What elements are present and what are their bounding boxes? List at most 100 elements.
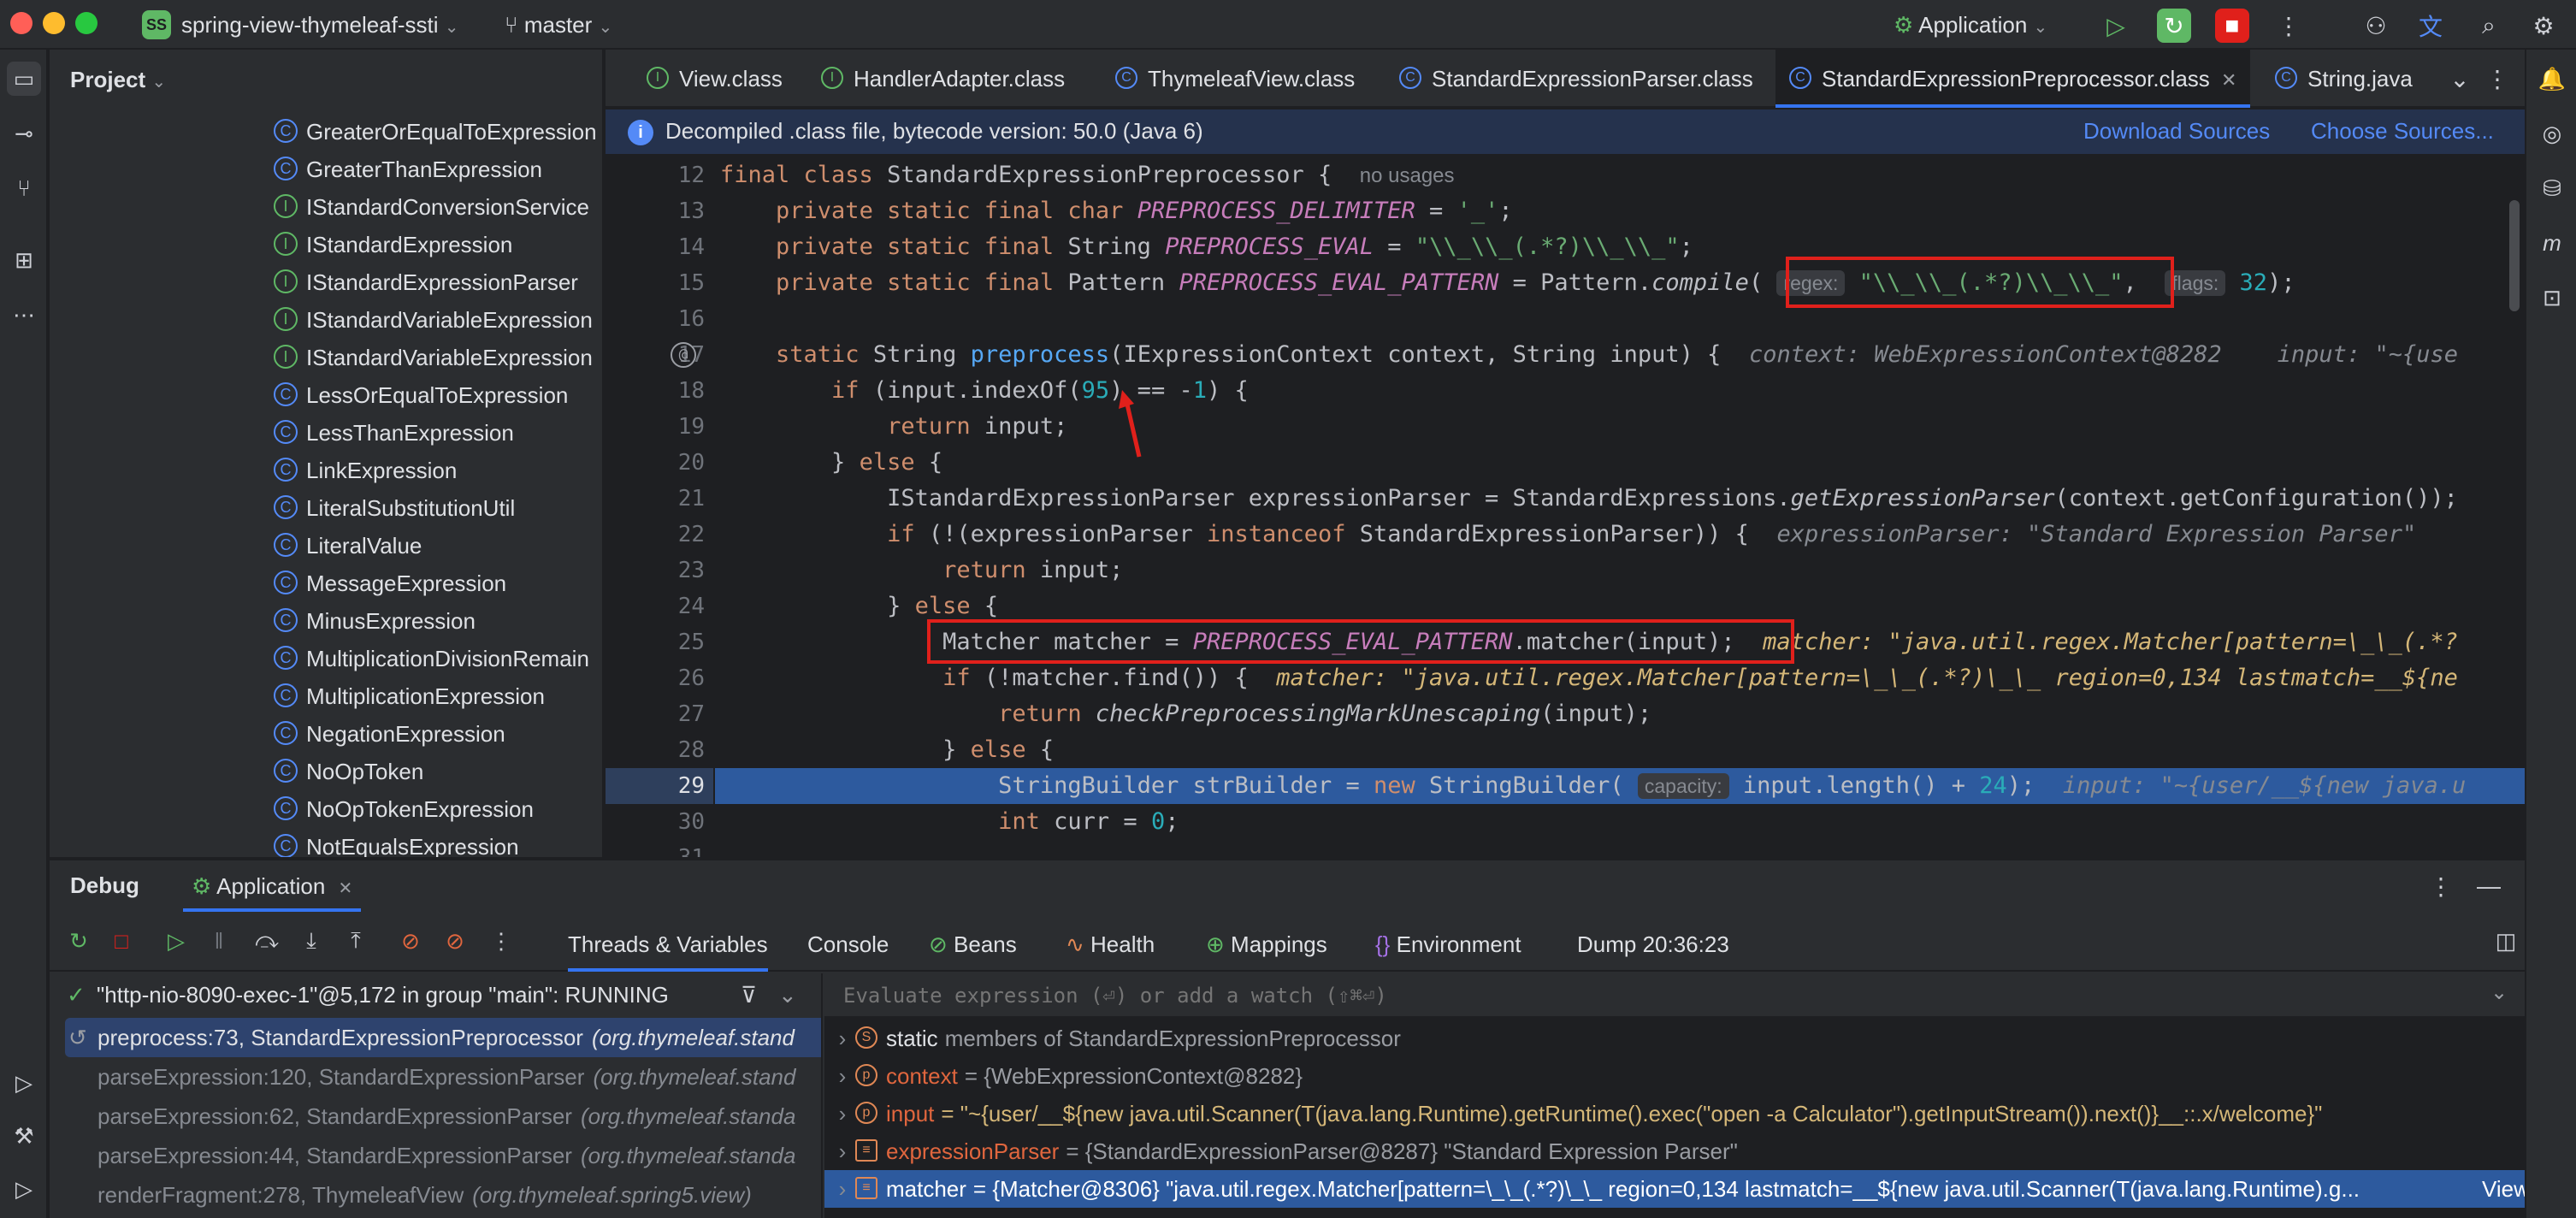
line-number[interactable]: 24 bbox=[606, 588, 705, 624]
stack-frame[interactable]: ↺ preprocess:73, StandardExpressionPrepro… bbox=[65, 1018, 821, 1057]
pull-requests-icon[interactable]: ⑂ bbox=[7, 171, 41, 205]
branch-switcher[interactable]: ⑂ master ⌄ bbox=[505, 10, 612, 39]
close-icon[interactable]: ✕ bbox=[339, 879, 353, 898]
override-marker-icon[interactable]: @ bbox=[671, 342, 696, 368]
settings-icon[interactable]: ⚙ bbox=[2526, 9, 2561, 43]
line-number[interactable]: 22 bbox=[606, 517, 705, 553]
tab-environment[interactable]: {} Environment bbox=[1375, 927, 1521, 961]
gradle-icon[interactable]: ⊡ bbox=[2535, 281, 2569, 315]
run-config-selector[interactable]: ⚙ Application ⌄ bbox=[1894, 10, 2047, 39]
close-icon[interactable]: ✕ bbox=[2221, 69, 2236, 91]
tree-item[interactable]: I IStandardVariableExpression bbox=[274, 301, 593, 339]
ai-assistant-icon[interactable]: ◎ bbox=[2535, 116, 2569, 151]
notifications-icon[interactable]: 🔔 bbox=[2535, 62, 2569, 96]
editor-scrollbar[interactable] bbox=[2509, 200, 2520, 311]
variable-row[interactable]: › ≡ matcher = {Matcher@8306} "java.util.reg… bbox=[824, 1170, 2525, 1208]
line-number[interactable]: 30 bbox=[606, 804, 705, 840]
tab-beans[interactable]: ⊘ Beans bbox=[929, 927, 1017, 961]
tab-thymeleafview-class[interactable]: C ThymeleafView.class bbox=[1102, 50, 1368, 108]
line-number[interactable]: 21 bbox=[606, 481, 705, 517]
stack-frame[interactable]: parseExpression:62, StandardExpressionPa… bbox=[50, 1097, 821, 1136]
project-folder-icon[interactable]: ▭ bbox=[7, 62, 41, 96]
variable-row[interactable]: › p input = "~{user/__${new java.util.Scann… bbox=[824, 1095, 2525, 1132]
variable-row[interactable]: › Sstatic members of StandardExpressionPre… bbox=[824, 1020, 2525, 1057]
resume-program-icon[interactable]: ▷ bbox=[159, 924, 193, 958]
line-number[interactable]: 18 bbox=[606, 373, 705, 409]
chevron-down-icon[interactable]: ⌄ bbox=[778, 973, 797, 1016]
line-number[interactable]: 14 bbox=[606, 229, 705, 265]
stack-frame[interactable]: parseExpression:120, StandardExpressionP… bbox=[50, 1057, 821, 1097]
step-out-icon[interactable]: ⤒ bbox=[339, 924, 373, 958]
line-number[interactable]: 20 bbox=[606, 445, 705, 481]
tab-health[interactable]: ∿ Health bbox=[1066, 927, 1155, 961]
chevron-down-icon[interactable]: ⌄ bbox=[2490, 980, 2508, 1005]
tree-item[interactable]: I IStandardExpressionParser bbox=[274, 263, 578, 301]
zoom-window-button[interactable] bbox=[75, 12, 97, 34]
chevron-right-icon[interactable]: › bbox=[830, 1170, 855, 1208]
line-number[interactable]: 27 bbox=[606, 696, 705, 732]
tab-threads-variables[interactable]: Threads & Variables bbox=[568, 927, 768, 972]
more-horizontal-icon[interactable]: ⋯ bbox=[7, 298, 41, 332]
tree-item[interactable]: C NoOpToken bbox=[274, 753, 423, 790]
tree-item[interactable]: C MultiplicationExpression bbox=[274, 677, 545, 715]
tree-item[interactable]: C GreaterOrEqualToExpression bbox=[274, 113, 597, 151]
step-into-icon[interactable]: ⤓ bbox=[294, 924, 328, 958]
stop-icon[interactable]: ■ bbox=[2215, 9, 2249, 43]
line-number[interactable]: 16 bbox=[606, 301, 705, 337]
dump-threads-button[interactable]: Dump 20:36:23 bbox=[1577, 927, 1729, 961]
chevron-down-icon[interactable]: ⌄ bbox=[2443, 62, 2477, 96]
tree-item[interactable]: I IStandardVariableExpression bbox=[274, 339, 593, 376]
line-number[interactable]: 13 bbox=[606, 193, 705, 229]
more-vertical-icon[interactable]: ⋮ bbox=[2424, 869, 2458, 903]
tree-item[interactable]: C GreaterThanExpression bbox=[274, 151, 542, 188]
chevron-right-icon[interactable]: › bbox=[830, 1132, 855, 1170]
filter-icon[interactable]: ⊽ bbox=[741, 973, 757, 1016]
tab-console[interactable]: Console bbox=[807, 927, 889, 961]
variable-row[interactable]: › p context = {WebExpressionContext@8282} bbox=[824, 1057, 2525, 1095]
stack-frame[interactable]: parseExpression:44, StandardExpressionPa… bbox=[50, 1136, 821, 1175]
rerun-icon[interactable]: ↻ bbox=[62, 924, 96, 958]
thread-selector[interactable]: ✓ "http-nio-8090-exec-1"@5,172 in group … bbox=[50, 973, 821, 1016]
tree-item[interactable]: C LessThanExpression bbox=[274, 414, 514, 452]
database-icon[interactable]: ⛁ bbox=[2535, 171, 2569, 205]
minimize-window-button[interactable] bbox=[43, 12, 65, 34]
line-number[interactable]: 25 bbox=[606, 624, 705, 660]
line-number[interactable]: 28 bbox=[606, 732, 705, 768]
line-number[interactable]: 15 bbox=[606, 265, 705, 301]
chevron-right-icon[interactable]: › bbox=[830, 1057, 855, 1095]
search-icon[interactable]: ⌕ bbox=[2472, 9, 2506, 43]
tab-standardexpressionparser-class[interactable]: C StandardExpressionParser.class bbox=[1385, 50, 1767, 108]
minimize-panel-icon[interactable]: — bbox=[2472, 869, 2506, 903]
code-editor[interactable]: 1213141516171819202122232425262728293031… bbox=[606, 157, 2525, 857]
mute-breakpoints-icon[interactable]: ⊘ bbox=[438, 924, 472, 958]
more-vertical-icon[interactable]: ⋮ bbox=[2480, 62, 2514, 96]
tree-item[interactable]: C NotEqualsExpression bbox=[274, 828, 519, 857]
tree-item[interactable]: C MessageExpression bbox=[274, 565, 506, 602]
pause-icon[interactable]: ‖ bbox=[202, 924, 236, 958]
tab-handleradapter-class[interactable]: I HandlerAdapter.class bbox=[807, 50, 1078, 108]
tree-item[interactable]: I IStandardConversionService bbox=[274, 188, 589, 226]
services-icon[interactable]: ▷ bbox=[7, 1066, 41, 1100]
tree-item[interactable]: C LinkExpression bbox=[274, 452, 457, 489]
tab-string-java[interactable]: C String.java bbox=[2261, 50, 2426, 108]
tree-item[interactable]: C LessOrEqualToExpression bbox=[274, 376, 568, 414]
view-breakpoints-icon[interactable]: ⊘ bbox=[393, 924, 428, 958]
build-icon[interactable]: ⚒ bbox=[7, 1119, 41, 1153]
tree-item[interactable]: C LiteralValue bbox=[274, 527, 422, 565]
tree-item[interactable]: C LiteralSubstitutionUtil bbox=[274, 489, 515, 527]
line-number[interactable]: 19 bbox=[606, 409, 705, 445]
tree-item[interactable]: C MultiplicationDivisionRemain bbox=[274, 640, 589, 677]
choose-sources-link[interactable]: Choose Sources... bbox=[2311, 118, 2494, 145]
tab-mappings[interactable]: ⊕ Mappings bbox=[1206, 927, 1327, 961]
more-vertical-icon[interactable]: ⋮ bbox=[484, 924, 518, 958]
step-over-icon[interactable]: ⤼ bbox=[250, 924, 284, 958]
line-number[interactable]: 29 bbox=[606, 768, 705, 804]
run-icon[interactable]: ▷ bbox=[7, 1172, 41, 1206]
line-number[interactable]: 26 bbox=[606, 660, 705, 696]
chevron-right-icon[interactable]: › bbox=[830, 1020, 855, 1057]
maven-icon[interactable]: m bbox=[2535, 226, 2569, 260]
tab-standardexpressionpreprocessor-class[interactable]: C StandardExpressionPreprocessor.class ✕ bbox=[1775, 50, 2251, 108]
evaluate-expression-input[interactable] bbox=[824, 973, 2449, 1018]
chevron-right-icon[interactable]: › bbox=[830, 1095, 855, 1132]
download-sources-link[interactable]: Download Sources bbox=[2083, 118, 2270, 145]
